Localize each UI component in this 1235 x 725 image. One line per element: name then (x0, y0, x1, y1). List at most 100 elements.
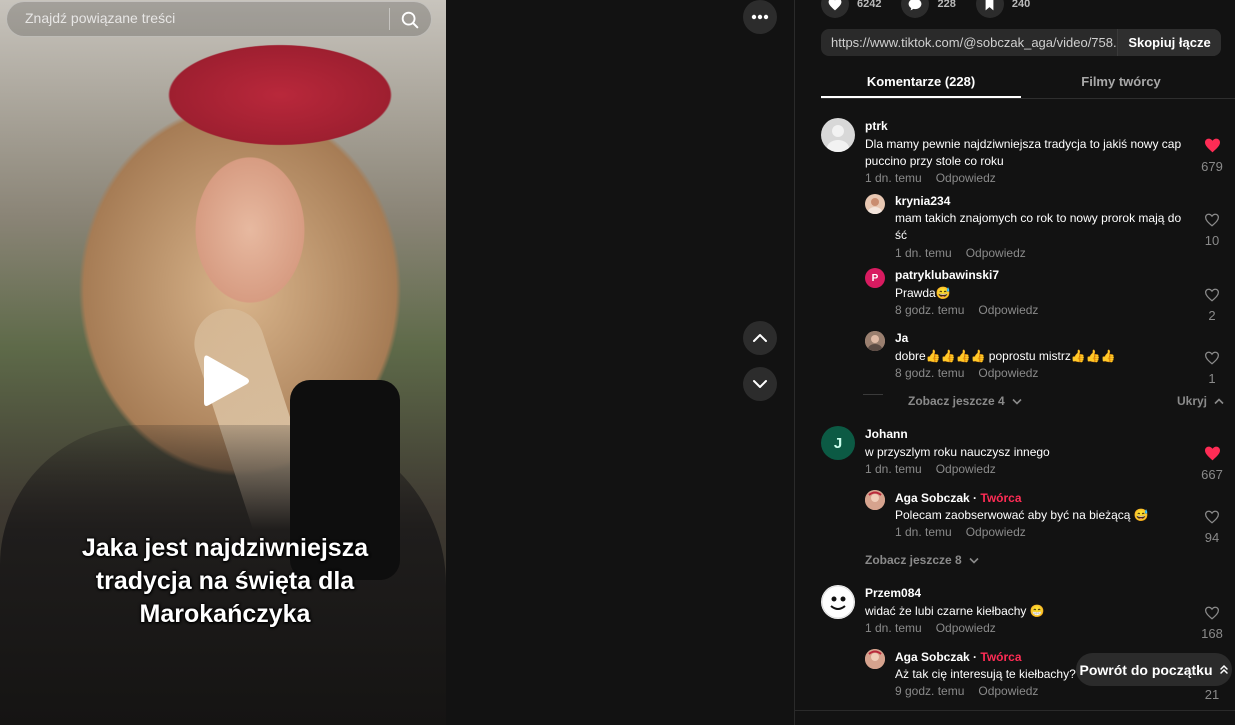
avatar[interactable] (865, 490, 885, 510)
chevron-down-icon (753, 380, 767, 388)
like-stat[interactable]: 6242 (821, 0, 881, 18)
comment-like[interactable]: 10 (1197, 213, 1227, 248)
search-divider (389, 8, 390, 30)
comment-bubble-icon (901, 0, 930, 18)
comment-username[interactable]: Przem084 (865, 586, 921, 600)
video-player[interactable]: Znajdź powiązane treści Jaka jest najdzi… (0, 0, 446, 725)
photo-avatar-icon (865, 331, 885, 351)
reply-button[interactable]: Odpowiedz (936, 462, 996, 476)
comment-meta: 9 godz. temu Odpowiedz (895, 684, 1038, 698)
comment-username[interactable]: krynia234 (895, 194, 950, 208)
comment-text: widać że lubi czarne kiełbachy 😁 (865, 604, 1045, 618)
comment-time: 1 dn. temu (865, 621, 922, 635)
comment-like[interactable]: 168 (1197, 606, 1227, 641)
copy-link-button[interactable]: Skopiuj łącze (1117, 29, 1221, 56)
hide-label: Ukryj (1177, 394, 1208, 408)
comment-time: 1 dn. temu (865, 462, 922, 476)
username-text: Aga Sobczak (895, 491, 970, 505)
search-icon[interactable] (399, 9, 421, 31)
comment-username[interactable]: ptrk (865, 119, 888, 133)
panel-tabs: Komentarze (228) Filmy twórcy (821, 66, 1235, 99)
comment-username[interactable]: Aga Sobczak · Twórca (895, 491, 1022, 505)
avatar[interactable]: P (865, 268, 885, 288)
comment-text: Prawda😅 (895, 286, 951, 300)
comment-time: 8 godz. temu (895, 366, 965, 380)
comment-meta: 1 dn. temu Odpowiedz (865, 462, 996, 476)
engagement-stats: 6242 228 240 (821, 0, 1030, 18)
tab-creator-videos[interactable]: Filmy twórcy (1021, 66, 1221, 98)
related-search-bar[interactable]: Znajdź powiązane treści (6, 1, 432, 37)
view-more-replies-button[interactable]: Zobacz jeszcze 8 (865, 553, 979, 567)
reply-button[interactable]: Odpowiedz (936, 621, 996, 635)
comment-time: 9 godz. temu (895, 684, 965, 698)
reply-button[interactable]: Odpowiedz (978, 303, 1038, 317)
comment-like[interactable]: 2 (1197, 288, 1227, 323)
hide-replies-button[interactable]: Ukryj (1177, 394, 1224, 408)
comment-stat[interactable]: 228 (901, 0, 956, 18)
view-more-replies-button[interactable]: Zobacz jeszcze 4 (908, 394, 1022, 408)
comment-meta: 8 godz. temu Odpowiedz (895, 366, 1038, 380)
comment-username[interactable]: Ja (895, 331, 908, 345)
reply-button[interactable]: Odpowiedz (978, 366, 1038, 380)
comment-text: Aż tak cię interesują te kiełbachy? (895, 667, 1076, 681)
comment-time: 1 dn. temu (895, 246, 952, 260)
reply-button[interactable]: Odpowiedz (966, 246, 1026, 260)
comment-list: ptrk Dla mamy pewnie najdziwniejsza trad… (795, 100, 1235, 710)
reply-button[interactable]: Odpowiedz (966, 525, 1026, 539)
comment-text: mam takich znajomych co rok to nowy pror… (895, 211, 1182, 242)
default-avatar-icon (827, 125, 849, 152)
back-to-top-button[interactable]: Powrót do początku (1076, 653, 1232, 686)
heart-filled-icon (1204, 446, 1220, 461)
comment-text: dobre👍👍👍👍 poprostu mistrz👍👍👍 (895, 349, 1116, 363)
heart-outline-icon (1204, 288, 1220, 302)
creator-badge: Twórca (980, 650, 1022, 664)
avatar[interactable] (865, 194, 885, 214)
photo-avatar-icon (865, 490, 885, 510)
search-input[interactable]: Znajdź powiązane treści (25, 10, 175, 26)
heart-icon (821, 0, 849, 18)
more-options-button[interactable] (743, 0, 777, 34)
next-video-button[interactable] (743, 367, 777, 401)
tiktok-video-page: Znajdź powiązane treści Jaka jest najdzi… (0, 0, 1235, 725)
chevron-up-icon (1214, 398, 1224, 405)
tab-comments[interactable]: Komentarze (228) (821, 66, 1021, 98)
comment-username[interactable]: Johann (865, 427, 908, 441)
avatar[interactable]: J (821, 426, 855, 460)
play-icon[interactable] (200, 352, 252, 410)
comment-username[interactable]: Aga Sobczak · Twórca (895, 650, 1022, 664)
avatar[interactable] (865, 649, 885, 669)
comment-like[interactable]: 667 (1197, 446, 1227, 482)
comment-username[interactable]: patryklubawinski7 (895, 268, 999, 282)
reply-button[interactable]: Odpowiedz (978, 684, 1038, 698)
heart-filled-icon (1204, 138, 1220, 153)
ellipsis-icon (751, 14, 769, 20)
comment-meta: 8 godz. temu Odpowiedz (895, 303, 1038, 317)
double-chevron-up-icon (1219, 664, 1228, 674)
like-count: 21 (1204, 687, 1220, 702)
comment-text: w przyszlym roku nauczysz innego (865, 445, 1050, 459)
video-nav-area (446, 0, 794, 725)
comments-panel: 6242 228 240 https://www.tiktok.com/@sob… (794, 0, 1235, 725)
previous-video-button[interactable] (743, 321, 777, 355)
video-caption: Jaka jest najdziwniejsza tradycja na świ… (81, 534, 369, 628)
avatar[interactable] (821, 118, 855, 152)
reply-button[interactable]: Odpowiedz (936, 171, 996, 185)
video-url-field[interactable]: https://www.tiktok.com/@sobczak_aga/vide… (821, 29, 1117, 56)
avatar[interactable] (865, 331, 885, 351)
save-stat[interactable]: 240 (975, 0, 1030, 18)
like-count: 1 (1208, 371, 1216, 386)
photo-avatar-icon (868, 198, 882, 214)
share-link-row: https://www.tiktok.com/@sobczak_aga/vide… (821, 29, 1221, 56)
comment-like[interactable]: 679 (1197, 138, 1227, 174)
panel-bottom-divider (795, 710, 1235, 711)
photo-avatar-icon (865, 649, 885, 669)
like-count: 94 (1204, 530, 1220, 545)
heart-outline-icon (1204, 213, 1220, 227)
comment-text: Dla mamy pewnie najdziwniejsza tradycja … (865, 137, 1182, 168)
avatar[interactable] (821, 585, 855, 619)
bookmark-icon (975, 0, 1004, 18)
comment-meta: 1 dn. temu Odpowiedz (895, 246, 1026, 260)
heart-outline-icon (1204, 606, 1220, 620)
comment-like[interactable]: 94 (1197, 510, 1227, 545)
comment-like[interactable]: 1 (1197, 351, 1227, 386)
